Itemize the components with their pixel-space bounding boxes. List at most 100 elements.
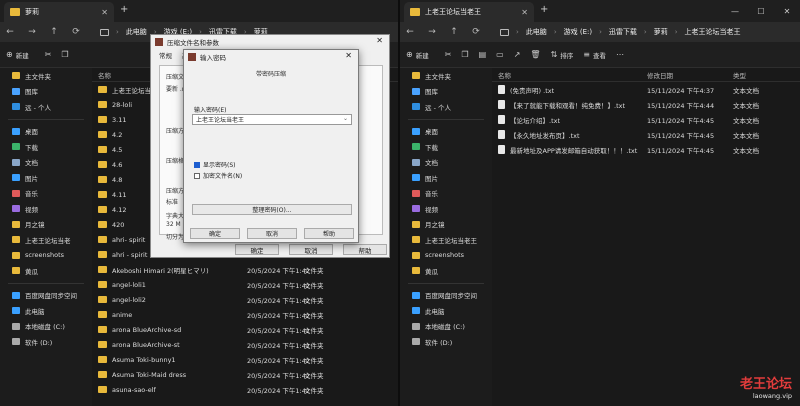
sidebar-item[interactable]: 上老王论坛当老王	[400, 232, 492, 248]
file-row[interactable]: angel-loli2 20/5/2024 下午1:42 文件夹	[92, 292, 398, 307]
maximize-icon[interactable]: ☐	[748, 0, 774, 22]
help-button[interactable]: 帮助	[304, 228, 354, 239]
breadcrumb[interactable]: › 此电脑 › 游戏 (E:) › 迅雷下载 › 萝莉 › 上老王论坛当老王	[500, 27, 741, 37]
sidebar-item[interactable]: 百度网盘同步空间	[0, 288, 92, 304]
sidebar-item[interactable]: 远 - 个人	[400, 99, 492, 115]
minimize-icon[interactable]: —	[722, 0, 748, 22]
sidebar-item[interactable]: 本地磁盘 (C:)	[0, 319, 92, 335]
close-window-icon[interactable]: ✕	[774, 0, 800, 22]
back-icon[interactable]: ←	[406, 27, 414, 37]
column-date[interactable]: 修改日期	[647, 70, 733, 80]
breadcrumb-item[interactable]: 萝莉	[654, 27, 668, 37]
file-row[interactable]: Asuma Toki-Maid dress 20/5/2024 下午1:42 文件夹	[92, 367, 398, 382]
view-button[interactable]: ≡ 查看	[583, 50, 606, 60]
file-row[interactable]: anime 20/5/2024 下午1:42 文件夹	[92, 307, 398, 322]
rename-icon[interactable]: ▭	[496, 50, 504, 59]
breadcrumb-item[interactable]: 此电脑	[126, 27, 147, 37]
ok-button[interactable]: 确定	[190, 228, 240, 239]
sidebar-item[interactable]: 视频	[400, 201, 492, 217]
copy-icon[interactable]: ❐	[61, 50, 68, 59]
sidebar-item[interactable]: 视频	[0, 201, 92, 217]
sidebar-item[interactable]: screenshots	[400, 248, 492, 264]
sidebar-item[interactable]: 黄瓜	[0, 263, 92, 279]
sidebar-item[interactable]: 软件 (D:)	[0, 334, 92, 350]
encrypt-names-checkbox[interactable]: 加密文件名(N)	[194, 171, 242, 180]
sidebar-item[interactable]: 图库	[400, 84, 492, 100]
sidebar-item[interactable]: 主文件夹	[0, 68, 92, 84]
close-icon[interactable]: ✕	[345, 51, 352, 60]
sidebar-item[interactable]: screenshots	[0, 248, 92, 264]
tab-active[interactable]: 萝莉 ✕	[4, 2, 114, 22]
file-row[interactable]: Asuma Toki-bunny1 20/5/2024 下午1:42 文件夹	[92, 352, 398, 367]
file-row[interactable]: angel-loli1 20/5/2024 下午1:42 文件夹	[92, 277, 398, 292]
organize-passwords-button[interactable]: 整理密码(O)...	[192, 204, 352, 215]
close-icon[interactable]: ✕	[101, 8, 108, 17]
show-password-checkbox[interactable]: 显示密码(S)	[194, 160, 236, 169]
sidebar-item[interactable]: 百度网盘同步空间	[400, 288, 492, 304]
sidebar-item[interactable]: 音乐	[0, 186, 92, 202]
forward-icon[interactable]: →	[28, 27, 36, 37]
sort-button[interactable]: ⇅ 排序	[551, 50, 574, 60]
file-row[interactable]: 【来了就能下载和观看！纯免费！】.txt 15/11/2024 下午4:44 文本文…	[492, 97, 800, 112]
up-icon[interactable]: ↑	[450, 27, 458, 37]
sidebar-item[interactable]: 音乐	[400, 186, 492, 202]
sidebar-item[interactable]: 远 - 个人	[0, 99, 92, 115]
sidebar-item[interactable]: 文档	[400, 155, 492, 171]
breadcrumb-item[interactable]: 上老王论坛当老王	[685, 27, 741, 37]
tab-active[interactable]: 上老王论坛当老王 ✕	[404, 2, 534, 22]
file-row[interactable]: Akeboshi Himari 2(明星ヒマリ) 20/5/2024 下午1:42…	[92, 262, 398, 277]
sidebar-item[interactable]: 图片	[0, 170, 92, 186]
help-button[interactable]: 帮助	[343, 244, 387, 255]
sidebar-item[interactable]: 月之镜	[400, 217, 492, 233]
sidebar-item[interactable]: 软件 (D:)	[400, 334, 492, 350]
breadcrumb-item[interactable]: 此电脑	[526, 27, 547, 37]
file-row[interactable]: 【论坛介绍】.txt 15/11/2024 下午4:45 文本文档	[492, 112, 800, 127]
checkbox-checked[interactable]	[194, 161, 200, 168]
back-icon[interactable]: ←	[6, 27, 14, 37]
sidebar-item[interactable]: 本地磁盘 (C:)	[400, 319, 492, 335]
password-input[interactable]: 上老王论坛当老王 ⌄	[192, 114, 352, 125]
sidebar-item[interactable]: 图库	[0, 84, 92, 100]
share-icon[interactable]: ↗	[514, 50, 521, 59]
cut-icon[interactable]: ✂	[45, 50, 52, 59]
file-row[interactable]: arona BlueArchive-sd 20/5/2024 下午1:41 文件夹	[92, 322, 398, 337]
checkbox-unchecked[interactable]	[194, 172, 200, 179]
sidebar-item[interactable]: 此电脑	[0, 303, 92, 319]
sidebar-item[interactable]: 此电脑	[400, 303, 492, 319]
sidebar-item[interactable]: 文档	[0, 155, 92, 171]
add-tab-icon[interactable]: +	[540, 4, 548, 15]
column-name[interactable]: 名称	[492, 70, 647, 80]
new-button[interactable]: ⊕ 新建	[6, 50, 29, 60]
sidebar-item[interactable]: 月之镜	[0, 217, 92, 233]
more-icon[interactable]: ⋯	[616, 50, 624, 59]
refresh-icon[interactable]: ⟳	[472, 27, 480, 37]
sidebar-item[interactable]: 桌面	[400, 124, 492, 140]
close-icon[interactable]: ✕	[521, 8, 528, 17]
sidebar-item[interactable]: 下载	[400, 139, 492, 155]
breadcrumb-item[interactable]: 游戏 (E:)	[564, 27, 592, 37]
column-type[interactable]: 类型	[733, 70, 783, 80]
file-row[interactable]: 【永久地址发布页】.txt 15/11/2024 下午4:45 文本文档	[492, 127, 800, 142]
forward-icon[interactable]: →	[428, 27, 436, 37]
file-row[interactable]: (免责声明) .txt 15/11/2024 下午4:37 文本文档	[492, 82, 800, 97]
copy-icon[interactable]: ❐	[461, 50, 468, 59]
add-tab-icon[interactable]: +	[120, 4, 128, 15]
cancel-button[interactable]: 取消	[247, 228, 297, 239]
tab-general[interactable]: 常规	[159, 50, 172, 60]
close-icon[interactable]: ✕	[376, 36, 383, 45]
sidebar-item[interactable]: 主文件夹	[400, 68, 492, 84]
file-row[interactable]: arona BlueArchive-st 20/5/2024 下午1:41 文件夹	[92, 337, 398, 352]
up-icon[interactable]: ↑	[50, 27, 58, 37]
sidebar-item[interactable]: 上老王论坛当老	[0, 232, 92, 248]
sidebar-item[interactable]: 桌面	[0, 124, 92, 140]
chevron-down-icon[interactable]: ⌄	[343, 115, 348, 122]
sidebar-item[interactable]: 黄瓜	[400, 263, 492, 279]
cut-icon[interactable]: ✂	[445, 50, 452, 59]
refresh-icon[interactable]: ⟳	[72, 27, 80, 37]
paste-icon[interactable]: ▤	[479, 50, 487, 59]
cancel-button[interactable]: 取消	[289, 244, 333, 255]
sidebar-item[interactable]: 图片	[400, 170, 492, 186]
delete-icon[interactable]: 🗑	[530, 50, 540, 59]
breadcrumb-item[interactable]: 迅雷下载	[609, 27, 637, 37]
file-row[interactable]: 最新地址及APP请发邮箱自动获取！！！.txt 15/11/2024 下午4:45…	[492, 142, 800, 157]
